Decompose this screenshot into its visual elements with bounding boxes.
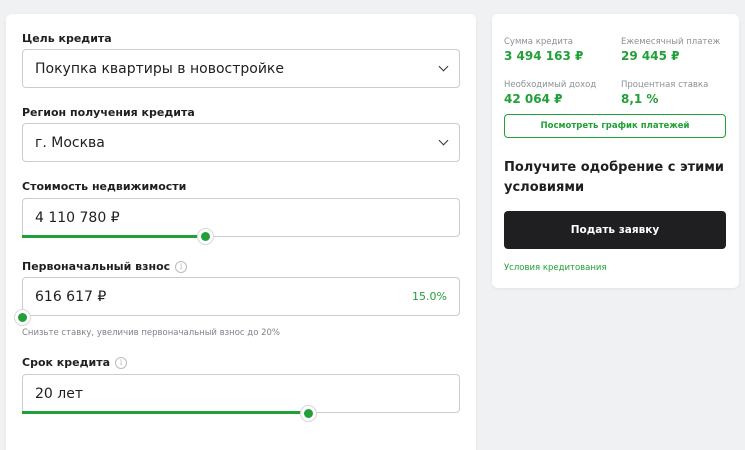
term-slider-fill xyxy=(22,411,309,414)
term-input[interactable]: 20 лет xyxy=(22,374,460,413)
interest-rate-value: 8,1 % xyxy=(621,92,659,106)
payment-schedule-button[interactable]: Посмотреть график платежей xyxy=(504,114,726,138)
info-icon[interactable]: i xyxy=(175,260,188,273)
loan-amount-value: 3 494 163 ₽ xyxy=(504,49,584,63)
region-value: г. Москва xyxy=(35,134,105,151)
mortgage-form-card: Цель кредита Покупка квартиры в новостро… xyxy=(6,14,476,450)
credit-terms-link[interactable]: Условия кредитования xyxy=(504,263,607,273)
property-cost-input[interactable]: 4 110 780 ₽ xyxy=(22,198,460,237)
loan-amount-label: Сумма кредита xyxy=(504,37,574,47)
info-icon[interactable]: i xyxy=(115,356,127,369)
property-cost-label-text: Стоимость недвижимости xyxy=(22,180,187,193)
down-payment-hint: Снизьте ставку, увеличив первоначальный … xyxy=(22,328,280,338)
down-payment-value: 616 617 ₽ xyxy=(35,288,107,305)
term-label: Срок кредита i xyxy=(22,356,127,369)
purpose-label-text: Цель кредита xyxy=(22,32,112,45)
chevron-down-icon xyxy=(438,135,449,146)
interest-rate-label: Процентная ставка xyxy=(621,80,709,90)
purpose-select[interactable]: Покупка квартиры в новостройке xyxy=(22,49,460,88)
monthly-payment-value: 29 445 ₽ xyxy=(621,49,680,63)
term-label-text: Срок кредита xyxy=(22,356,110,369)
monthly-payment-label: Ежемесячный платеж xyxy=(621,37,721,47)
purpose-value: Покупка квартиры в новостройке xyxy=(35,60,284,77)
term-value: 20 лет xyxy=(35,385,83,402)
down-payment-percent: 15.0% xyxy=(412,290,447,303)
down-payment-label: Первоначальный взнос i xyxy=(22,260,188,273)
down-payment-slider-handle[interactable] xyxy=(13,309,31,326)
required-income-value: 42 064 ₽ xyxy=(504,92,563,106)
property-cost-label: Стоимость недвижимости xyxy=(22,180,186,193)
property-cost-slider-handle[interactable] xyxy=(197,228,215,245)
chevron-down-icon xyxy=(438,61,449,72)
region-select[interactable]: г. Москва xyxy=(22,123,460,162)
required-income-label: Необходимый доход xyxy=(504,80,597,90)
region-label-text: Регион получения кредита xyxy=(22,106,195,119)
term-slider-handle[interactable] xyxy=(300,405,318,422)
purpose-label: Цель кредита xyxy=(22,32,112,45)
region-label: Регион получения кредита xyxy=(22,106,195,119)
down-payment-input[interactable]: 616 617 ₽ 15.0% xyxy=(22,277,460,316)
approval-heading: Получите одобрение с этими условиями xyxy=(504,160,725,195)
property-cost-value: 4 110 780 ₽ xyxy=(35,209,120,226)
apply-button[interactable]: Подать заявку xyxy=(504,211,726,249)
loan-summary-card: Сумма кредита 3 494 163 ₽ Ежемесячный пл… xyxy=(492,14,739,288)
down-payment-label-text: Первоначальный взнос xyxy=(22,260,171,273)
property-cost-slider-fill xyxy=(22,235,206,238)
